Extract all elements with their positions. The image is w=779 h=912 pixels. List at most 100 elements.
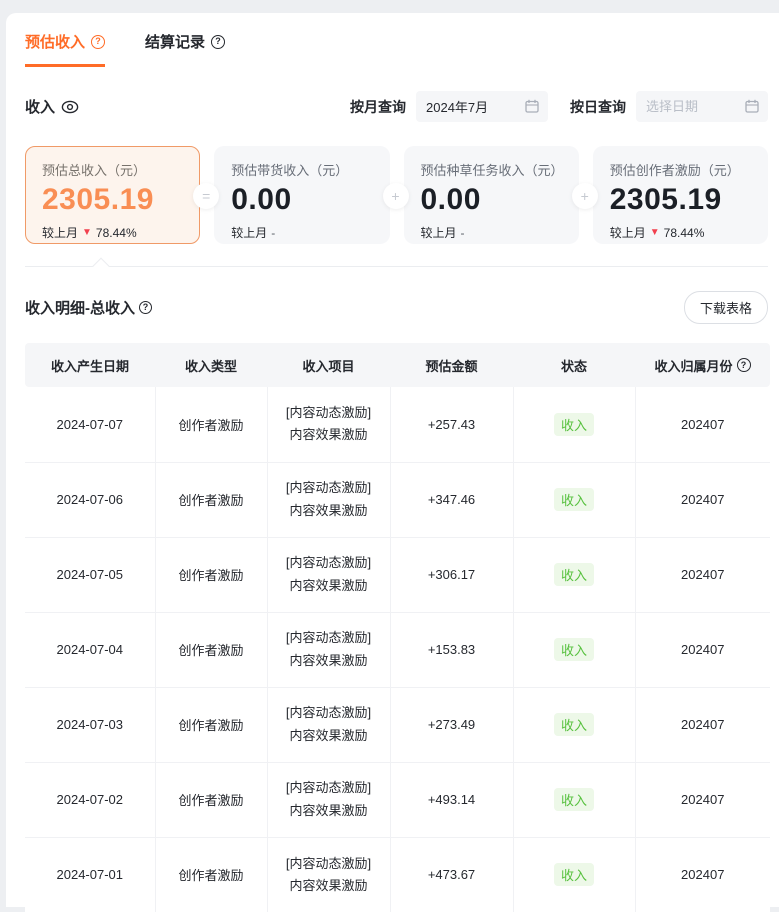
tab-settlement-records[interactable]: 结算记录 ? xyxy=(145,31,225,67)
month-cell: 202407 xyxy=(635,387,770,462)
stat-cards: 预估总收入（元） 2305.19 较上月 ▼ 78.44% = 预估带货收入（元… xyxy=(25,146,768,244)
amount-cell: +153.83 xyxy=(390,612,513,687)
stat-card-goods-income[interactable]: 预估带货收入（元） 0.00 较上月 - + xyxy=(214,146,389,244)
amount-cell: +473.67 xyxy=(390,837,513,912)
income-label: 收入 xyxy=(25,96,55,117)
stat-card-seeding-task-income[interactable]: 预估种草任务收入（元） 0.00 较上月 - + xyxy=(404,146,579,244)
card-value: 2305.19 xyxy=(42,183,183,217)
project-cell: [内容动态激励]内容效果激励 xyxy=(267,537,390,612)
type-cell: 创作者激励 xyxy=(155,687,267,762)
card-compare: 较上月 - xyxy=(421,224,562,241)
card-title: 预估带货收入（元） xyxy=(231,160,372,179)
down-arrow-icon: ▼ xyxy=(650,227,660,238)
table-row: 2024-07-02 创作者激励 [内容动态激励]内容效果激励 +493.14 … xyxy=(25,762,770,837)
down-arrow-icon: ▼ xyxy=(82,227,92,238)
divider-caret xyxy=(93,258,110,275)
compare-value: 78.44% xyxy=(664,226,705,240)
status-cell: 收入 xyxy=(513,837,635,912)
tab-bar: 预估收入 ? 结算记录 ? xyxy=(6,13,779,67)
type-cell: 创作者激励 xyxy=(155,762,267,837)
month-query-label: 按月查询 xyxy=(350,97,406,117)
compare-value: 78.44% xyxy=(96,226,137,240)
project-cell: [内容动态激励]内容效果激励 xyxy=(267,462,390,537)
status-badge: 收入 xyxy=(554,563,594,586)
col-header-amount: 预估金额 xyxy=(390,343,513,387)
month-cell: 202407 xyxy=(635,537,770,612)
status-cell: 收入 xyxy=(513,762,635,837)
help-icon[interactable]: ? xyxy=(139,301,152,314)
table-header-row: 收入产生日期 收入类型 收入项目 预估金额 状态 收入归属月份 ? xyxy=(25,343,770,387)
card-compare: 较上月 ▼ 78.44% xyxy=(610,224,751,241)
stat-card-total-income[interactable]: 预估总收入（元） 2305.19 较上月 ▼ 78.44% = xyxy=(25,146,200,244)
day-query-label: 按日查询 xyxy=(570,97,626,117)
type-cell: 创作者激励 xyxy=(155,462,267,537)
col-header-type: 收入类型 xyxy=(155,343,267,387)
table-row: 2024-07-05 创作者激励 [内容动态激励]内容效果激励 +306.17 … xyxy=(25,537,770,612)
operator-plus-icon: + xyxy=(383,183,409,209)
download-table-button[interactable]: 下载表格 xyxy=(684,291,768,324)
help-icon[interactable]: ? xyxy=(737,358,751,372)
detail-title-text: 收入明细-总收入 xyxy=(25,297,135,318)
status-cell: 收入 xyxy=(513,387,635,462)
stat-card-creator-incentive[interactable]: 预估创作者激励（元） 2305.19 较上月 ▼ 78.44% xyxy=(593,146,768,244)
compare-value: - xyxy=(271,226,275,240)
card-title: 预估种草任务收入（元） xyxy=(421,160,562,179)
main-panel: 预估收入 ? 结算记录 ? 收入 按月查询 xyxy=(6,13,779,907)
tab-label: 预估收入 xyxy=(25,31,85,52)
amount-cell: +347.46 xyxy=(390,462,513,537)
calendar-icon[interactable] xyxy=(745,99,759,113)
compare-label: 较上月 xyxy=(610,224,646,241)
project-cell: [内容动态激励]内容效果激励 xyxy=(267,387,390,462)
month-cell: 202407 xyxy=(635,612,770,687)
date-cell: 2024-07-03 xyxy=(25,687,155,762)
status-badge: 收入 xyxy=(554,713,594,736)
project-cell: [内容动态激励]内容效果激励 xyxy=(267,837,390,912)
month-query: 按月查询 xyxy=(350,91,548,122)
col-header-month: 收入归属月份 ? xyxy=(635,343,770,387)
eye-icon[interactable] xyxy=(61,100,79,114)
date-cell: 2024-07-01 xyxy=(25,837,155,912)
status-badge: 收入 xyxy=(554,863,594,886)
amount-cell: +306.17 xyxy=(390,537,513,612)
detail-title: 收入明细-总收入 ? xyxy=(25,297,152,318)
compare-label: 较上月 xyxy=(42,224,78,241)
divider xyxy=(25,266,768,267)
month-cell: 202407 xyxy=(635,462,770,537)
card-title: 预估创作者激励（元） xyxy=(610,160,751,179)
col-header-status: 状态 xyxy=(513,343,635,387)
table-row: 2024-07-03 创作者激励 [内容动态激励]内容效果激励 +273.49 … xyxy=(25,687,770,762)
col-header-month-label: 收入归属月份 xyxy=(654,356,732,375)
col-header-date: 收入产生日期 xyxy=(25,343,155,387)
status-badge: 收入 xyxy=(554,638,594,661)
type-cell: 创作者激励 xyxy=(155,387,267,462)
tab-estimated-income[interactable]: 预估收入 ? xyxy=(25,31,105,67)
date-cell: 2024-07-06 xyxy=(25,462,155,537)
date-cell: 2024-07-04 xyxy=(25,612,155,687)
tab-label: 结算记录 xyxy=(145,31,205,52)
card-compare: 较上月 - xyxy=(231,224,372,241)
status-badge: 收入 xyxy=(554,413,594,436)
amount-cell: +493.14 xyxy=(390,762,513,837)
status-badge: 收入 xyxy=(554,788,594,811)
compare-value: - xyxy=(461,226,465,240)
month-cell: 202407 xyxy=(635,762,770,837)
project-cell: [内容动态激励]内容效果激励 xyxy=(267,612,390,687)
table-row: 2024-07-01 创作者激励 [内容动态激励]内容效果激励 +473.67 … xyxy=(25,837,770,912)
help-icon[interactable]: ? xyxy=(91,35,105,49)
amount-cell: +257.43 xyxy=(390,387,513,462)
amount-cell: +273.49 xyxy=(390,687,513,762)
month-picker xyxy=(416,91,548,122)
date-cell: 2024-07-05 xyxy=(25,537,155,612)
project-cell: [内容动态激励]内容效果激励 xyxy=(267,762,390,837)
operator-plus-icon: + xyxy=(572,183,598,209)
card-compare: 较上月 ▼ 78.44% xyxy=(42,224,183,241)
status-cell: 收入 xyxy=(513,612,635,687)
date-cell: 2024-07-02 xyxy=(25,762,155,837)
detail-header-row: 收入明细-总收入 ? 下载表格 xyxy=(25,291,768,323)
status-badge: 收入 xyxy=(554,488,594,511)
calendar-icon[interactable] xyxy=(525,99,539,113)
table-row: 2024-07-04 创作者激励 [内容动态激励]内容效果激励 +153.83 … xyxy=(25,612,770,687)
help-icon[interactable]: ? xyxy=(211,35,225,49)
col-header-project: 收入项目 xyxy=(267,343,390,387)
card-title: 预估总收入（元） xyxy=(42,160,183,179)
